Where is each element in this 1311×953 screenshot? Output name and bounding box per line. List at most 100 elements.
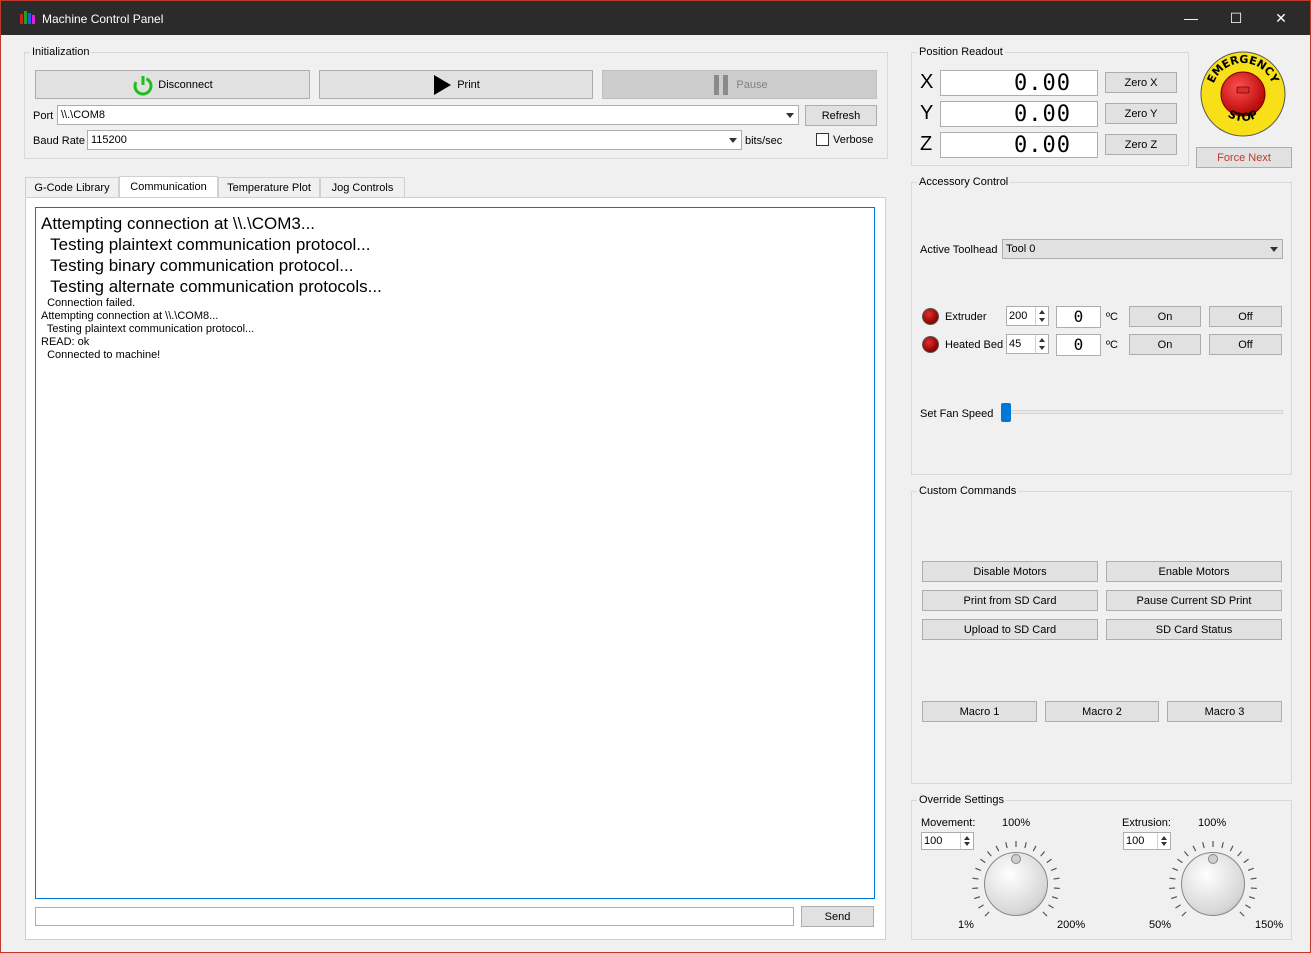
extruder-temp-spinbox[interactable]: 200 — [1006, 306, 1049, 326]
emergency-stop-button[interactable]: EMERGENCY STOP — [1200, 51, 1286, 137]
port-label: Port — [33, 110, 54, 122]
knob-tick — [1053, 877, 1060, 880]
command-input[interactable] — [35, 907, 794, 926]
close-window-button[interactable]: ✕ — [1258, 1, 1304, 35]
heated-bed-unit: ºC — [1106, 339, 1118, 351]
tab-gcode-library[interactable]: G-Code Library — [25, 177, 119, 198]
knob-tick — [1170, 896, 1178, 900]
send-button[interactable]: Send — [801, 906, 874, 927]
movement-top-label: 100% — [1002, 817, 1031, 829]
port-select[interactable]: \\.\COM8 — [57, 105, 799, 125]
chevron-down-icon — [729, 138, 737, 143]
axis-z-label: Z — [920, 133, 933, 155]
force-next-button[interactable]: Force Next — [1196, 147, 1292, 168]
knob-tick — [1239, 911, 1245, 917]
extruder-current-temp: 0 — [1056, 306, 1101, 328]
knob-tick — [1237, 851, 1243, 857]
log-line: Testing plaintext communication protocol… — [41, 323, 255, 335]
knob-tick — [1050, 867, 1057, 872]
heated-bed-on-button[interactable]: On — [1129, 334, 1201, 355]
tab-jog-controls[interactable]: Jog Controls — [320, 177, 405, 198]
knob-tick — [1005, 842, 1008, 849]
maximize-button[interactable]: ☐ — [1213, 1, 1259, 35]
knob-tick — [1042, 911, 1048, 917]
heated-bed-status-led — [922, 336, 939, 353]
movement-min-label: 1% — [958, 919, 974, 931]
knob-tick — [1040, 851, 1046, 857]
pause-icon — [714, 74, 729, 95]
fan-speed-track[interactable] — [1003, 410, 1283, 414]
heated-bed-off-button[interactable]: Off — [1209, 334, 1282, 355]
knob-tick — [1247, 867, 1254, 872]
knob-tick — [1229, 845, 1234, 852]
movement-label: Movement: — [921, 817, 976, 829]
communication-log[interactable]: Attempting connection at \\.\COM3... Tes… — [35, 207, 875, 899]
movement-spinbox[interactable]: 100 — [921, 832, 974, 850]
log-line: Testing plaintext communication protocol… — [41, 235, 371, 254]
knob-tick — [1221, 842, 1224, 849]
knob-tick — [1250, 877, 1257, 880]
knob-tick — [1175, 904, 1181, 909]
heated-bed-temp-spinbox[interactable]: 45 — [1006, 334, 1049, 354]
extruder-on-button[interactable]: On — [1129, 306, 1201, 327]
tab-temperature-plot[interactable]: Temperature Plot — [218, 177, 320, 198]
sd-card-status-button[interactable]: SD Card Status — [1106, 619, 1282, 640]
disconnect-button[interactable]: Disconnect — [35, 70, 310, 99]
baud-rate-select[interactable]: 115200 — [87, 130, 742, 150]
log-line: READ: ok — [41, 336, 90, 348]
extruder-status-led — [922, 308, 939, 325]
initialization-title: Initialization — [30, 46, 92, 58]
extrusion-spinbox[interactable]: 100 — [1123, 832, 1171, 850]
extruder-label: Extruder — [945, 311, 987, 323]
extruder-off-button[interactable]: Off — [1209, 306, 1282, 327]
tab-communication[interactable]: Communication — [119, 176, 218, 198]
knob-tick — [1051, 896, 1059, 900]
extrusion-value: 100 — [1126, 835, 1145, 847]
custom-commands-title: Custom Commands — [917, 485, 1019, 497]
print-from-sd-button[interactable]: Print from SD Card — [922, 590, 1098, 611]
spin-arrows-icon — [1035, 335, 1048, 353]
extrusion-top-label: 100% — [1198, 817, 1227, 829]
active-toolhead-select[interactable]: Tool 0 — [1002, 239, 1283, 259]
disconnect-label: Disconnect — [158, 78, 213, 91]
zero-y-button[interactable]: Zero Y — [1105, 103, 1177, 124]
accessory-control-title: Accessory Control — [917, 176, 1011, 188]
fan-speed-slider-handle[interactable] — [1001, 403, 1011, 422]
pause-sd-print-button[interactable]: Pause Current SD Print — [1106, 590, 1282, 611]
play-icon — [434, 74, 452, 95]
macro-1-button[interactable]: Macro 1 — [922, 701, 1037, 722]
zero-x-button[interactable]: Zero X — [1105, 72, 1177, 93]
fan-speed-label: Set Fan Speed — [920, 408, 994, 420]
movement-value: 100 — [924, 835, 943, 847]
print-button[interactable]: Print — [319, 70, 593, 99]
print-label: Print — [457, 78, 480, 91]
extrusion-label: Extrusion: — [1122, 817, 1171, 829]
knob-tick — [1024, 842, 1027, 849]
zero-z-button[interactable]: Zero Z — [1105, 134, 1177, 155]
chevron-down-icon — [786, 113, 794, 118]
x-position-display: 0.00 — [940, 70, 1098, 96]
enable-motors-button[interactable]: Enable Motors — [1106, 561, 1282, 582]
disable-motors-button[interactable]: Disable Motors — [922, 561, 1098, 582]
movement-max-label: 200% — [1057, 919, 1086, 931]
refresh-button[interactable]: Refresh — [805, 105, 877, 126]
upload-to-sd-button[interactable]: Upload to SD Card — [922, 619, 1098, 640]
minimize-button[interactable]: — — [1168, 1, 1214, 35]
verbose-checkbox[interactable] — [816, 133, 829, 146]
log-line: Testing binary communication protocol... — [41, 256, 354, 275]
accessory-control-group — [911, 182, 1292, 475]
heated-bed-setpoint: 45 — [1009, 338, 1022, 350]
active-toolhead-label: Active Toolhead — [920, 244, 998, 256]
macro-3-button[interactable]: Macro 3 — [1167, 701, 1282, 722]
knob-tick — [972, 877, 979, 880]
window-title: Machine Control Panel — [42, 12, 164, 26]
axis-x-label: X — [920, 71, 934, 93]
close-icon: ✕ — [1275, 10, 1287, 26]
macro-2-button[interactable]: Macro 2 — [1045, 701, 1159, 722]
pause-button[interactable]: Pause — [602, 70, 877, 99]
baud-unit-label: bits/sec — [745, 135, 783, 147]
z-position-display: 0.00 — [940, 132, 1098, 158]
knob-tick — [978, 904, 984, 909]
extruder-unit: ºC — [1106, 311, 1118, 323]
minimize-icon: — — [1184, 10, 1198, 26]
